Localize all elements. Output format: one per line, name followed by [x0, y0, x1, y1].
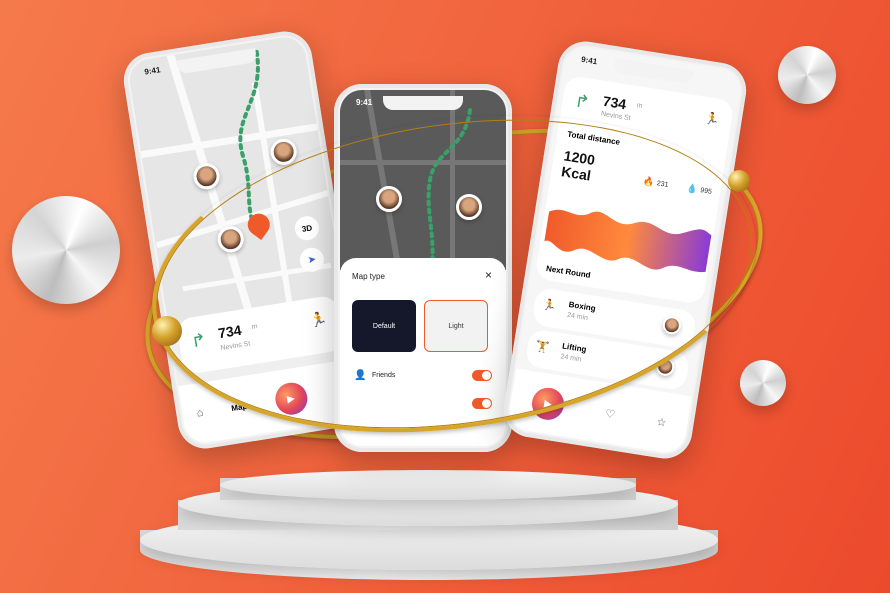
runner-icon: 🏃 [703, 110, 721, 128]
heart-icon[interactable]: ♡ [604, 407, 616, 421]
decorative-orb [778, 46, 836, 104]
turn-arrow-icon: ↱ [573, 90, 592, 113]
promo-scene: 9:41 3D ➤ ↱ 734 m Nevins St 🏃 ⌂ Map ▶ 9:… [0, 0, 890, 593]
distance-unit: m [636, 102, 644, 110]
gold-ball [728, 170, 750, 192]
status-time: 9:41 [580, 54, 598, 67]
home-icon[interactable]: ⌂ [196, 407, 204, 420]
decorative-orb [12, 196, 120, 304]
gold-ball [152, 316, 182, 346]
distance-value: 734 [601, 92, 628, 113]
street-name: Nevins St [600, 110, 632, 123]
status-time: 9:41 [356, 98, 373, 107]
star-icon[interactable]: ☆ [656, 415, 668, 429]
decorative-orb [740, 360, 786, 406]
podium [140, 470, 720, 593]
